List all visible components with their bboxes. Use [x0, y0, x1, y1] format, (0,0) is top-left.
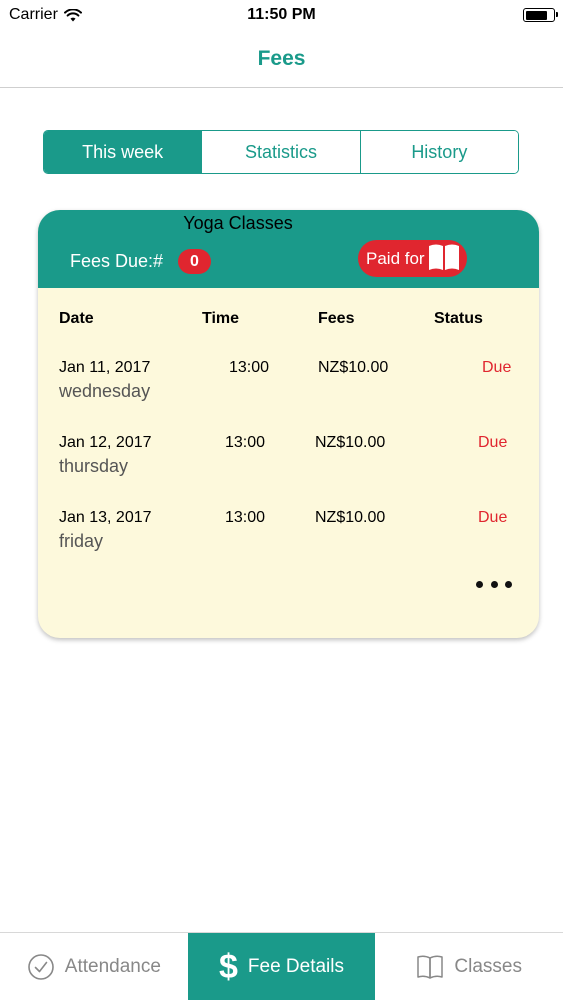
row-status: Due	[478, 434, 508, 451]
fees-due-badge: 0	[178, 249, 211, 274]
tab-attendance[interactable]: Attendance	[0, 933, 188, 1000]
navigation-bar: Fees	[0, 30, 563, 88]
row-day: thursday	[59, 456, 129, 476]
card-header: Yoga Classes Fees Due:# 0 Paid for	[38, 210, 539, 288]
row-date: Jan 11, 2017	[59, 359, 151, 376]
checkmark-circle-icon	[27, 953, 55, 981]
row-fee: NZ$10.00	[315, 434, 386, 451]
segment-statistics[interactable]: Statistics	[202, 131, 361, 173]
row-time: 13:00	[225, 509, 266, 526]
column-header-date: Date	[59, 310, 94, 327]
book-outline-icon	[416, 954, 444, 980]
column-header-fees: Fees	[318, 310, 355, 327]
row-day: friday	[59, 531, 104, 551]
class-fee-card: Yoga Classes Fees Due:# 0 Paid for Date …	[38, 210, 539, 638]
paid-for-button[interactable]: Paid for	[358, 240, 467, 277]
battery-icon	[523, 8, 558, 22]
tab-attendance-label: Attendance	[64, 955, 161, 977]
row-date: Jan 13, 2017	[59, 509, 152, 526]
tab-classes[interactable]: Classes	[375, 933, 563, 1000]
row-fee: NZ$10.00	[318, 359, 389, 376]
page-title: Fees	[257, 46, 306, 70]
dollar-icon: $	[218, 947, 238, 986]
segment-this-week[interactable]: This week	[44, 131, 203, 173]
carrier-group: Carrier	[9, 6, 82, 24]
tab-classes-label: Classes	[454, 955, 522, 977]
row-day: wednesday	[59, 381, 151, 401]
segment-history[interactable]: History	[360, 131, 518, 173]
row-status: Due	[478, 509, 508, 526]
status-bar: Carrier 11:50 PM	[0, 0, 563, 30]
carrier-label: Carrier	[9, 6, 58, 23]
more-options-icon[interactable]	[476, 576, 512, 592]
row-date: Jan 12, 2017	[59, 434, 152, 451]
row-time: 13:00	[229, 359, 270, 376]
tab-fee-details-label: Fee Details	[247, 955, 345, 977]
tab-fee-details[interactable]: $ Fee Details	[187, 933, 376, 1000]
book-icon	[429, 244, 459, 270]
wifi-icon	[63, 8, 82, 21]
row-status: Due	[482, 359, 512, 376]
paid-for-label: Paid for	[366, 248, 425, 268]
tab-bar: Attendance $ Fee Details Classes	[0, 932, 563, 1000]
card-title: Yoga Classes	[183, 213, 293, 233]
fees-due-label: Fees Due:#	[70, 251, 164, 271]
clock: 11:50 PM	[247, 6, 316, 23]
column-header-status: Status	[434, 310, 483, 327]
period-segmented-control: This week Statistics History	[43, 130, 519, 174]
battery-level	[525, 10, 548, 20]
row-fee: NZ$10.00	[315, 509, 386, 526]
column-header-time: Time	[202, 310, 240, 327]
row-time: 13:00	[225, 434, 266, 451]
